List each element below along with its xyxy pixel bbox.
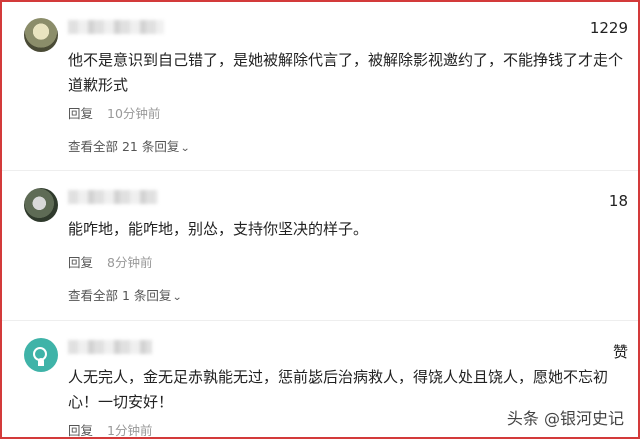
- comment-meta: 回复 1分钟前: [68, 420, 153, 438]
- like-count[interactable]: 1229: [590, 19, 628, 37]
- view-replies-label: 查看全部 21 条回复: [68, 139, 180, 154]
- view-replies-label: 查看全部 1 条回复: [68, 288, 172, 303]
- comment-text: 能咋地，能咋地，别怂，支持你坚决的样子。: [68, 220, 369, 238]
- username-blurred[interactable]: [68, 190, 158, 204]
- reply-button[interactable]: 回复: [68, 106, 93, 121]
- watermark: 头条 @银河史记: [506, 409, 624, 428]
- like-count[interactable]: 18: [609, 192, 628, 210]
- view-replies-link[interactable]: 查看全部 21 条回复⌄: [68, 136, 191, 155]
- timestamp: 8分钟前: [107, 255, 153, 270]
- avatar[interactable]: [24, 18, 58, 52]
- comment-meta: 回复 8分钟前: [68, 252, 152, 271]
- like-button[interactable]: 赞: [613, 341, 628, 362]
- comment-meta: 回复 10分钟前: [68, 103, 160, 122]
- timestamp: 10分钟前: [107, 106, 161, 121]
- comment-text: 他不是意识到自己错了，是她被解除代言了，被解除影视邀约了，不能挣钱了才走个道歉形…: [68, 51, 624, 94]
- reply-button[interactable]: 回复: [68, 255, 93, 270]
- divider: [2, 320, 638, 321]
- view-replies-link[interactable]: 查看全部 1 条回复⌄: [68, 285, 183, 304]
- username-blurred[interactable]: [68, 20, 164, 34]
- username-blurred[interactable]: [68, 340, 152, 354]
- chevron-down-icon: ⌄: [172, 292, 183, 303]
- comment-panel: 1229 他不是意识到自己错了，是她被解除代言了，被解除影视邀约了，不能挣钱了才…: [0, 0, 640, 439]
- chevron-down-icon: ⌄: [180, 143, 191, 154]
- divider: [2, 170, 638, 171]
- avatar[interactable]: [24, 188, 58, 222]
- timestamp: 1分钟前: [107, 423, 153, 438]
- reply-button[interactable]: 回复: [68, 423, 93, 437]
- avatar[interactable]: [24, 338, 58, 372]
